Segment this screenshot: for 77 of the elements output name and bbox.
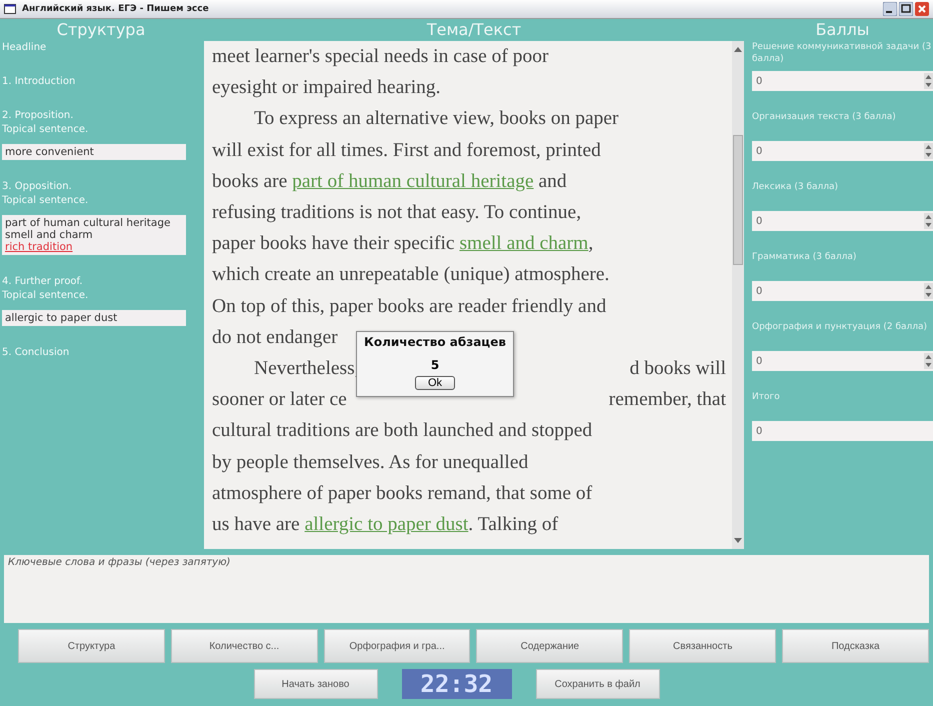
scroll-up-icon[interactable] [733, 45, 743, 53]
essay-text: On top of this, paper books are reader friendly and [212, 296, 606, 317]
essay-text: which create an unrepeatable (unique) atmosphere. [212, 264, 610, 286]
spinner-arrows-icon[interactable] [924, 213, 933, 229]
score-field[interactable]: 0 [752, 71, 933, 91]
essay-text: sooner or later ce [212, 389, 347, 410]
score-label: Решение коммуникативной задачи (3 балла) [752, 41, 932, 65]
check-button[interactable]: Связанность [629, 629, 776, 663]
score-label: Лексика (3 балла) [752, 181, 840, 194]
spinner-arrows-icon[interactable] [924, 283, 933, 299]
essay-text: books are [212, 170, 288, 192]
essay-text: by people themselves. As for unequalled [212, 452, 528, 473]
check-button[interactable]: Содержание [476, 629, 624, 663]
essay-text: eyesight or impaired hearing. [212, 77, 441, 98]
section-label: 5. Conclusion [2, 346, 70, 360]
spinner-arrows-icon[interactable] [924, 143, 933, 159]
section-label: 2. Proposition. Topical sentence. [2, 109, 90, 137]
minimize-icon[interactable] [883, 2, 897, 16]
score-label: Орфография и пунктуация (2 балла) [752, 321, 928, 334]
score-field[interactable]: 0 [752, 421, 933, 441]
column-heading: Структура [56, 19, 146, 41]
section-label: 1. Introduction [2, 75, 76, 89]
phrase-text: smell and charm [5, 229, 94, 241]
close-icon[interactable] [915, 2, 929, 16]
ok-button[interactable]: Ok [414, 376, 456, 390]
spinner-arrows-icon[interactable] [924, 73, 933, 89]
score-field[interactable]: 0 [752, 141, 933, 161]
essay-text: meet learner's special needs in case of poor [212, 46, 548, 67]
essay-text: paper books have their specific [212, 233, 456, 254]
essay-text: . Talking of [468, 514, 558, 536]
score-field[interactable]: 0 [752, 211, 933, 231]
section-label: 3. Opposition. Topical sentence. [2, 180, 90, 208]
score-label: Грамматика (3 балла) [752, 251, 858, 264]
check-button[interactable]: Подсказка [782, 629, 929, 663]
essay-text: refusing traditions is not that easy. To continue, [212, 202, 582, 224]
save-button[interactable]: Сохранить в файл [536, 669, 660, 699]
section-label: 4. Further proof. Topical sentence. [2, 275, 90, 303]
check-button[interactable]: Количество с... [170, 629, 318, 663]
essay-text: , [588, 233, 594, 254]
keyword-highlight: smell and charm [459, 233, 588, 254]
keywords-field[interactable]: Ключевые слова и фразы (через запятую) [4, 555, 929, 623]
score-field[interactable]: 0 [752, 281, 933, 301]
check-button[interactable]: Структура [18, 629, 165, 663]
keyword-highlight: part of human cultural heritage [292, 170, 534, 192]
window-title: Английский язык. ЕГЭ - Пишем эссе [22, 4, 210, 14]
score-label: Итого [752, 391, 781, 404]
score-label: Организация текста (3 балла) [752, 111, 897, 124]
spinner-arrows-icon[interactable] [924, 353, 933, 369]
essay-text: Nevertheless, [253, 358, 360, 380]
phrase-text: rich tradition [5, 241, 74, 253]
dialog-title: Количество абзацев [364, 334, 506, 351]
app-icon[interactable] [4, 4, 16, 14]
scrollbar[interactable] [732, 41, 744, 549]
essay-text: us have are [212, 514, 301, 536]
essay-text: will exist for all times. First and foremost, printed [212, 140, 601, 161]
restart-button[interactable]: Начать заново [254, 669, 378, 699]
maximize-icon[interactable] [899, 2, 913, 16]
column-heading: Баллы [814, 19, 870, 41]
phrase-text: part of human cultural heritage [5, 217, 172, 229]
check-button[interactable]: Орфография и гра... [324, 629, 470, 663]
phrase-text: more convenient [5, 146, 95, 158]
column-heading: Тема/Текст [426, 19, 522, 41]
keyword-highlight: allergic to paper dust [304, 514, 468, 536]
essay-text: do not endanger [212, 326, 338, 348]
scroll-down-icon[interactable] [733, 537, 743, 545]
scroll-thumb[interactable] [733, 135, 743, 265]
dialog-message: 5 [430, 358, 440, 372]
clock-display: 22:32 [402, 669, 512, 699]
phrase-text: allergic to paper dust [5, 312, 118, 324]
essay-text: d books will [630, 358, 726, 380]
section-label: Headline [2, 41, 48, 55]
score-field[interactable]: 0 [752, 351, 933, 371]
essay-text: cultural traditions are both launched and stopped [212, 420, 592, 442]
essay-text: atmosphere of paper books remand, that some of [212, 482, 592, 504]
essay-text: remember, that [608, 389, 726, 410]
essay-text: and [538, 170, 567, 192]
essay-text: To express an alternative view, books on paper [253, 108, 619, 130]
